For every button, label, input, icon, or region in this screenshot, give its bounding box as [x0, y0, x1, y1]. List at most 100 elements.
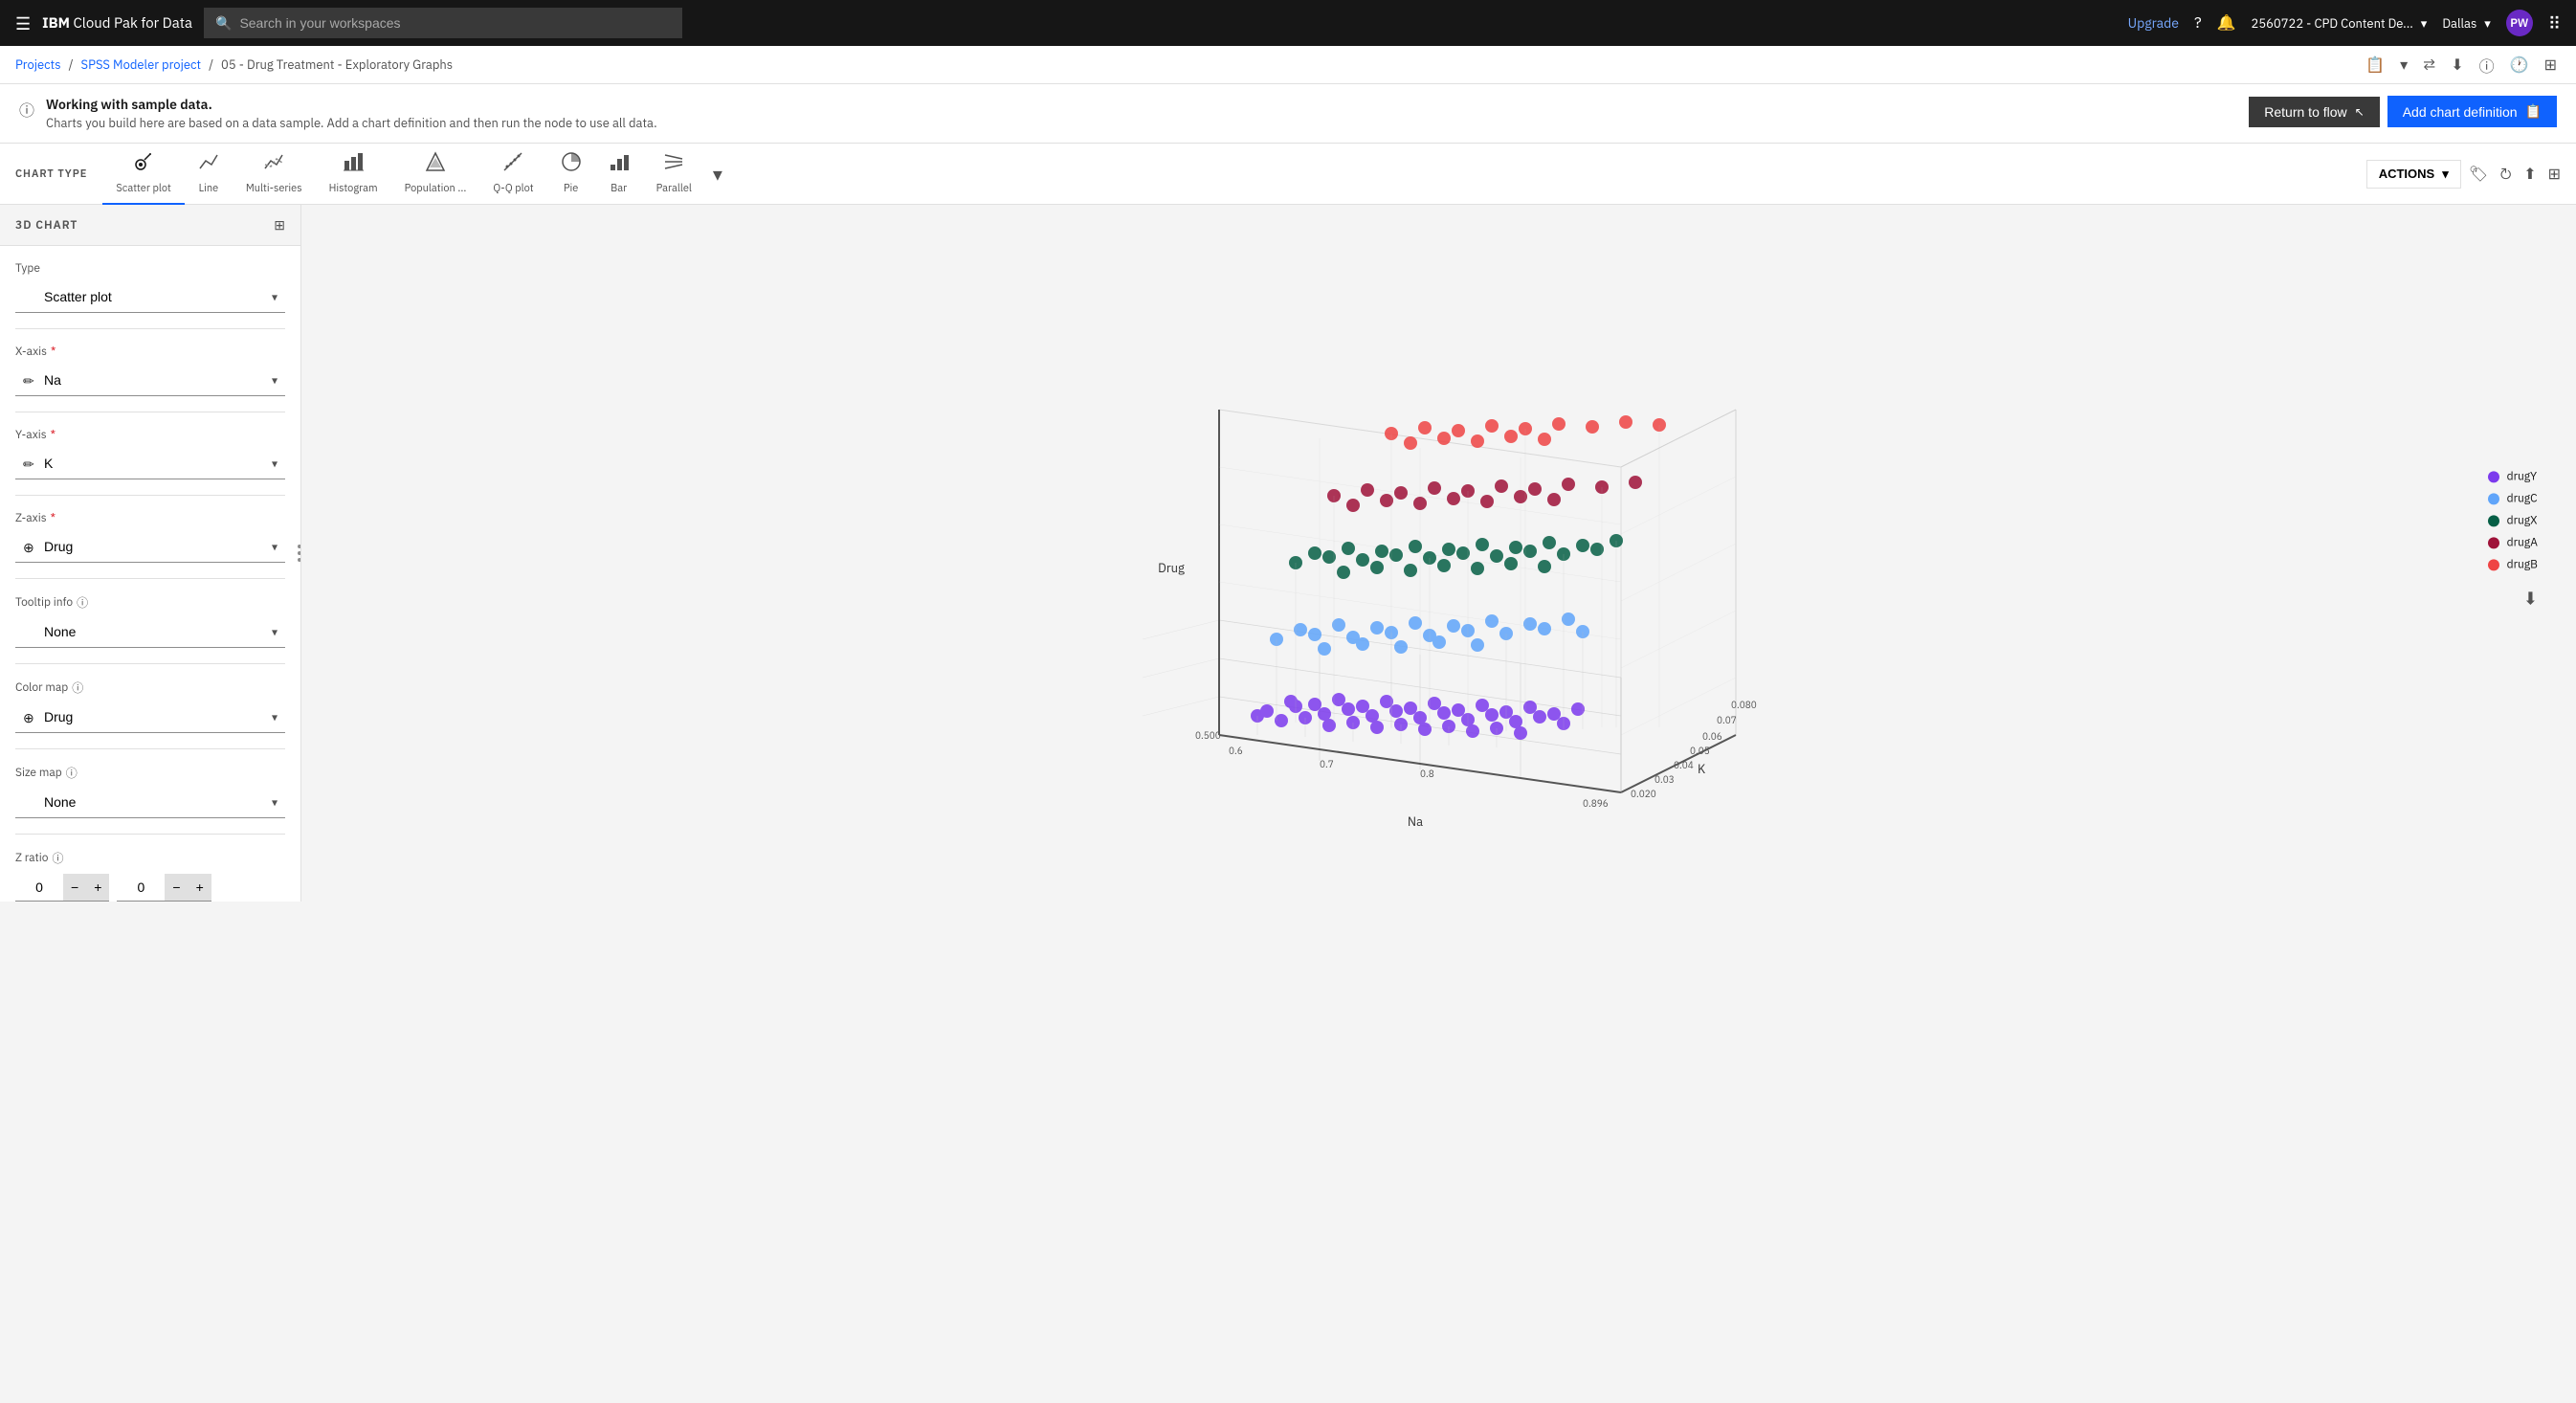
- chart-type-more-icon[interactable]: ▾: [705, 161, 730, 187]
- sizemap-info-icon[interactable]: ⓘ: [66, 765, 78, 781]
- info-banner: ⓘ Working with sample data. Charts you b…: [0, 84, 2576, 144]
- avatar[interactable]: PW: [2506, 10, 2533, 36]
- chart-type-population[interactable]: Population ...: [391, 144, 480, 205]
- grid-icon[interactable]: ⠿: [2548, 12, 2561, 34]
- zaxis-select[interactable]: Drug: [15, 531, 285, 563]
- account-selector[interactable]: 2560722 - CPD Content De... ▾: [2252, 15, 2428, 32]
- upgrade-link[interactable]: Upgrade: [2128, 14, 2179, 32]
- chart-type-histogram[interactable]: Histogram: [316, 144, 391, 205]
- chart-area: Na K Drug 0.6 0.7 0.8 0.896 0.020 0.03 0…: [301, 205, 2576, 902]
- yaxis-select[interactable]: K: [15, 448, 285, 479]
- panel-expand-icon[interactable]: ⊞: [274, 216, 285, 234]
- colormap-select[interactable]: Drug: [15, 702, 285, 733]
- zratio-section: Z ratio ⓘ − + − +: [0, 835, 300, 902]
- xaxis-label: Na: [1407, 813, 1422, 830]
- yaxis-select-wrapper[interactable]: ✏ K ▾: [15, 448, 285, 479]
- chart-type-pie[interactable]: Pie: [547, 144, 595, 205]
- return-to-flow-button[interactable]: Return to flow ↖: [2249, 97, 2379, 127]
- scatter-plot-svg: Na K Drug 0.6 0.7 0.8 0.896 0.020 0.03 0…: [1047, 276, 1832, 831]
- qq-type-icon: [502, 151, 523, 178]
- yaxis-label: Y-axis *: [15, 428, 285, 442]
- sizemap-field: Size map ⓘ None ▾: [0, 749, 300, 835]
- zratio-input-2[interactable]: [117, 874, 165, 901]
- help-icon[interactable]: ?: [2194, 13, 2202, 33]
- tooltip-info-icon[interactable]: ⓘ: [77, 594, 88, 611]
- region-selector[interactable]: Dallas ▾: [2442, 15, 2490, 32]
- chart-type-qq[interactable]: Q-Q plot: [479, 144, 546, 205]
- download-icon[interactable]: ⬇: [2447, 52, 2467, 78]
- chart-type-scatter[interactable]: Scatter plot: [102, 144, 184, 205]
- legend-dot-drugB: [2488, 559, 2499, 570]
- notification-icon[interactable]: 🔔: [2217, 13, 2236, 33]
- legend-item-drugY: drugY: [2488, 469, 2538, 483]
- parallel-type-label: Parallel: [656, 182, 692, 195]
- refresh-icon[interactable]: ↻: [2499, 165, 2512, 184]
- table-icon[interactable]: ⊞: [2548, 165, 2561, 184]
- zratio-decrement-2[interactable]: −: [165, 874, 188, 901]
- history-icon[interactable]: 🕐: [2506, 52, 2533, 78]
- xaxis-select-wrapper[interactable]: ✏ Na ▾: [15, 365, 285, 396]
- info-icon[interactable]: ⓘ: [2476, 50, 2498, 80]
- line-type-label: Line: [199, 182, 219, 195]
- breadcrumb-projects-link[interactable]: Projects: [15, 56, 61, 73]
- breadcrumb-project-link[interactable]: SPSS Modeler project: [81, 56, 202, 73]
- population-type-label: Population ...: [405, 182, 467, 195]
- zratio-increment-2[interactable]: +: [189, 874, 211, 901]
- sizemap-select[interactable]: None: [15, 787, 285, 818]
- tooltip-select-wrapper[interactable]: None ▾: [15, 616, 285, 648]
- colormap-db-icon: ⊕: [23, 709, 34, 726]
- menu-icon[interactable]: ☰: [15, 12, 31, 34]
- svg-text:0.080: 0.080: [1731, 699, 1757, 711]
- chart-type-parallel[interactable]: Parallel: [643, 144, 705, 205]
- type-select[interactable]: Scatter plot: [15, 281, 285, 313]
- colormap-info-icon[interactable]: ⓘ: [72, 679, 83, 696]
- xaxis-select[interactable]: Na: [15, 365, 285, 396]
- legend-item-drugA: drugA: [2488, 535, 2538, 549]
- zaxis-field: Z-axis * ⊕ Drug ▾: [0, 496, 300, 579]
- legend-download-icon[interactable]: ⬇: [2523, 587, 2538, 609]
- search-input[interactable]: [239, 15, 671, 31]
- panel-resize-handle[interactable]: [294, 541, 301, 566]
- zratio-info-icon[interactable]: ⓘ: [53, 850, 64, 866]
- type-select-wrapper[interactable]: Scatter plot ▾: [15, 281, 285, 313]
- add-chart-definition-button[interactable]: Add chart definition 📋: [2387, 96, 2557, 127]
- colormap-field: Color map ⓘ ⊕ Drug ▾: [0, 664, 300, 749]
- chart-type-bar[interactable]: Bar: [595, 144, 643, 205]
- actions-button[interactable]: ACTIONS ▾: [2366, 160, 2461, 189]
- pie-type-icon: [561, 151, 582, 178]
- zratio-label: Z ratio ⓘ: [15, 850, 285, 866]
- chart-legend: drugY drugC drugX drugA drugB: [2488, 469, 2538, 609]
- zratio-increment-1[interactable]: +: [86, 874, 109, 901]
- chart-type-line[interactable]: Line: [185, 144, 233, 205]
- zratio-decrement-1[interactable]: −: [63, 874, 86, 901]
- panels-icon[interactable]: ⊞: [2541, 52, 2561, 78]
- yaxis-field: Y-axis * ✏ K ▾: [0, 412, 300, 496]
- zratio-input-1[interactable]: [15, 874, 63, 901]
- chart-type-multiseries[interactable]: Multi-series: [233, 144, 316, 205]
- svg-text:0.07: 0.07: [1717, 714, 1737, 726]
- tooltip-select[interactable]: None: [15, 616, 285, 648]
- histogram-type-label: Histogram: [329, 182, 378, 195]
- return-btn-label: Return to flow: [2264, 104, 2346, 120]
- upload-icon[interactable]: ⬆: [2523, 165, 2536, 184]
- legend-dot-drugC: [2488, 493, 2499, 504]
- zaxis-label: Z-axis *: [15, 511, 285, 525]
- population-type-icon: [425, 151, 446, 178]
- actions-chevron-icon: ▾: [2442, 167, 2449, 182]
- notebook-icon[interactable]: 📋: [2362, 52, 2388, 78]
- zaxis-select-wrapper[interactable]: ⊕ Drug ▾: [15, 531, 285, 563]
- breadcrumb-chevron-icon[interactable]: ▾: [2396, 52, 2411, 78]
- yaxis-label: K: [1698, 761, 1705, 777]
- breadcrumb-sep1: /: [69, 56, 74, 73]
- colormap-select-wrapper[interactable]: ⊕ Drug ▾: [15, 702, 285, 733]
- convert-icon[interactable]: ⇄: [2419, 52, 2439, 78]
- add-icon: 📋: [2525, 103, 2542, 120]
- zaxis-required: *: [51, 511, 56, 525]
- svg-text:0.6: 0.6: [1229, 745, 1243, 757]
- banner-desc: Charts you build here are based on a dat…: [46, 115, 657, 131]
- legend-label-drugC: drugC: [2507, 491, 2538, 505]
- sizemap-select-wrapper[interactable]: None ▾: [15, 787, 285, 818]
- search-bar[interactable]: 🔍: [204, 8, 682, 38]
- tag-icon[interactable]: 🏷: [2469, 165, 2488, 184]
- legend-label-drugB: drugB: [2507, 557, 2538, 571]
